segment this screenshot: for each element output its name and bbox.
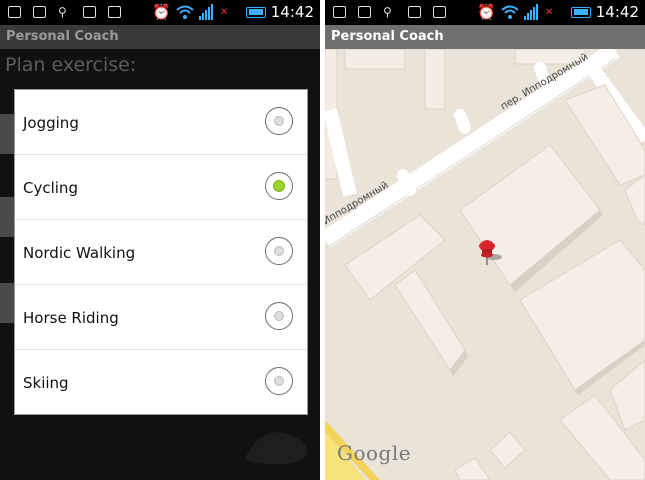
radio-dot [274,376,284,386]
radio-dot [273,180,285,192]
signal-icon [524,4,538,20]
no-signal-icon: ✕ [220,6,229,18]
status-bar: ⚲ ⏰ ✕ 14:42 [0,0,320,25]
notification-icon [108,4,121,20]
background-heading: Plan exercise: [5,54,137,76]
option-label: Jogging [23,114,79,132]
option-cycling[interactable]: Cycling [15,155,307,220]
download-icon [83,4,96,20]
notification-icon [433,4,446,20]
option-jogging[interactable]: Jogging [15,90,307,155]
radio-button[interactable] [265,107,293,135]
app-title: Personal Coach [331,29,444,44]
usb-debug-icon [333,4,346,20]
radio-button-selected[interactable] [265,172,293,200]
battery-icon [246,4,266,20]
map-canvas[interactable]: пер. Ипподромный Ипподромный [325,49,645,480]
background-field [0,114,14,154]
title-bar: Personal Coach [0,25,320,49]
no-signal-icon: ✕ [545,6,554,18]
radio-dot [274,246,284,256]
radio-dot [274,311,284,321]
sdcard-icon [33,4,46,20]
google-attribution: Google [337,441,412,465]
option-horse-riding[interactable]: Horse Riding [15,285,307,350]
option-skiing[interactable]: Skiing [15,350,307,415]
exercise-picker-dialog: Jogging Cycling Nordic Walking Horse Rid… [14,89,308,415]
usb-icon: ⚲ [383,5,392,19]
option-label: Nordic Walking [23,244,136,262]
background-field [0,197,14,237]
radio-button[interactable] [265,367,293,395]
wifi-icon [175,4,195,20]
background-field [0,283,14,323]
option-nordic-walking[interactable]: Nordic Walking [15,220,307,285]
signal-icon [199,4,213,20]
status-bar: ⚲ ⏰ ✕ 14:42 [325,0,645,25]
sdcard-icon [358,4,371,20]
usb-icon: ⚲ [58,5,67,19]
left-screen: ⚲ ⏰ ✕ 14:42 Personal Coach Plan exercise… [0,0,320,480]
shoe-watermark-icon [245,432,308,465]
right-screen: ⚲ ⏰ ✕ 14:42 Personal Coach пер. Ипподром… [325,0,645,480]
alarm-icon: ⏰ [152,3,171,21]
status-time: 14:42 [595,3,639,21]
download-icon [408,4,421,20]
status-time: 14:42 [270,3,314,21]
option-label: Horse Riding [23,309,119,327]
option-label: Cycling [23,179,78,197]
radio-button[interactable] [265,237,293,265]
usb-debug-icon [8,4,21,20]
app-title: Personal Coach [6,29,119,44]
battery-icon [571,4,591,20]
title-bar: Personal Coach [325,25,645,49]
option-label: Skiing [23,374,69,392]
radio-button[interactable] [265,302,293,330]
map-view[interactable]: пер. Ипподромный Ипподромный Google [325,49,645,480]
alarm-icon: ⏰ [477,3,496,21]
radio-dot [274,116,284,126]
wifi-icon [500,4,520,20]
